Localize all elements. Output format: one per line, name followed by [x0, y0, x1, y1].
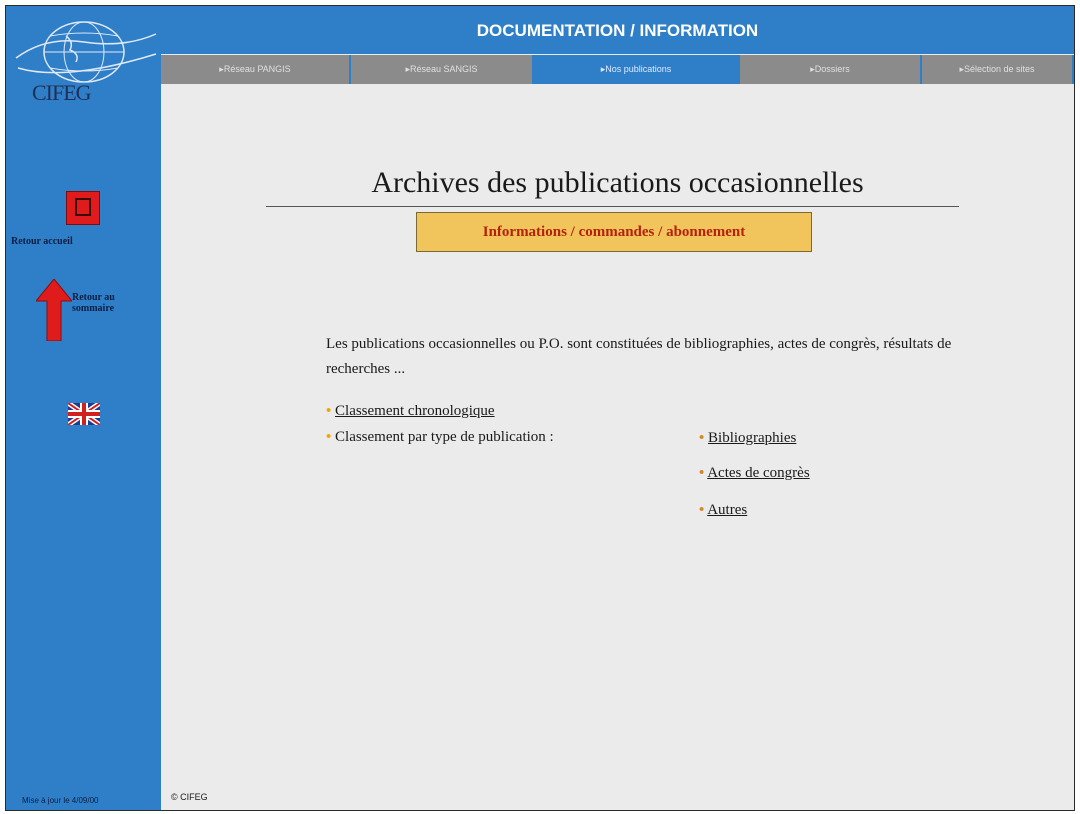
bibliographies-link[interactable]: Bibliographies — [708, 430, 796, 446]
actes-link[interactable]: Actes de congrès — [707, 465, 809, 481]
nav-bar: ▸Réseau PANGIS ▸Réseau SANGIS ▸Nos publica… — [161, 55, 1074, 84]
chronological-item: • Classement chronologique — [326, 402, 495, 420]
home-link[interactable]: Retour accueil — [11, 236, 161, 247]
intro-text: Les publications occasionnelles ou P.O. … — [326, 336, 952, 377]
left-sidebar: CIFEG Retour accueil Retour au sommaire … — [6, 6, 161, 810]
page-frame: CIFEG Retour accueil Retour au sommaire … — [5, 5, 1075, 811]
by-type-label: Classement par type de publication : — [335, 429, 554, 445]
title-divider — [266, 206, 959, 207]
copyright: © CIFEG — [171, 792, 208, 802]
top-banner: DOCUMENTATION / INFORMATION — [161, 6, 1074, 54]
summary-link[interactable]: Retour au sommaire — [72, 292, 152, 314]
nav-tab[interactable]: ▸Réseau SANGIS — [351, 55, 532, 84]
nav-tab[interactable]: ▸Dossiers — [740, 55, 920, 84]
type-item: • Bibliographies — [699, 429, 796, 447]
cifeg-logo[interactable]: CIFEG — [6, 6, 161, 114]
banner-title: DOCUMENTATION / INFORMATION — [476, 21, 759, 40]
bullet-icon: • — [326, 428, 332, 445]
nav-tab[interactable]: ▸Sélection de sites — [922, 55, 1072, 84]
home-icon[interactable] — [66, 191, 100, 225]
uk-flag-icon[interactable] — [68, 403, 100, 425]
logo-text: CIFEG — [32, 80, 92, 105]
autres-link[interactable]: Autres — [707, 502, 747, 518]
by-type-item: • Classement par type de publication : — [326, 428, 554, 446]
type-item: • Autres — [699, 501, 747, 519]
type-item: • Actes de congrès — [699, 464, 810, 482]
bullet-icon: • — [326, 402, 332, 419]
bullet-icon: • — [699, 429, 705, 446]
nav-tab[interactable]: ▸Réseau PANGIS — [161, 55, 349, 84]
nav-tab[interactable]: ▸Nos publications — [534, 55, 738, 84]
main-content: Archives des publications occasionnelles… — [161, 84, 1074, 810]
update-date: Mise à jour le 4/09/00 — [22, 796, 99, 805]
up-arrow-icon[interactable] — [36, 279, 72, 341]
info-order-button[interactable]: Informations / commandes / abonnement — [416, 212, 812, 252]
bullet-icon: • — [699, 464, 705, 481]
bullet-icon: • — [699, 501, 705, 518]
page-title: Archives des publications occasionnelles — [371, 166, 864, 199]
chronological-link[interactable]: Classement chronologique — [335, 403, 495, 419]
